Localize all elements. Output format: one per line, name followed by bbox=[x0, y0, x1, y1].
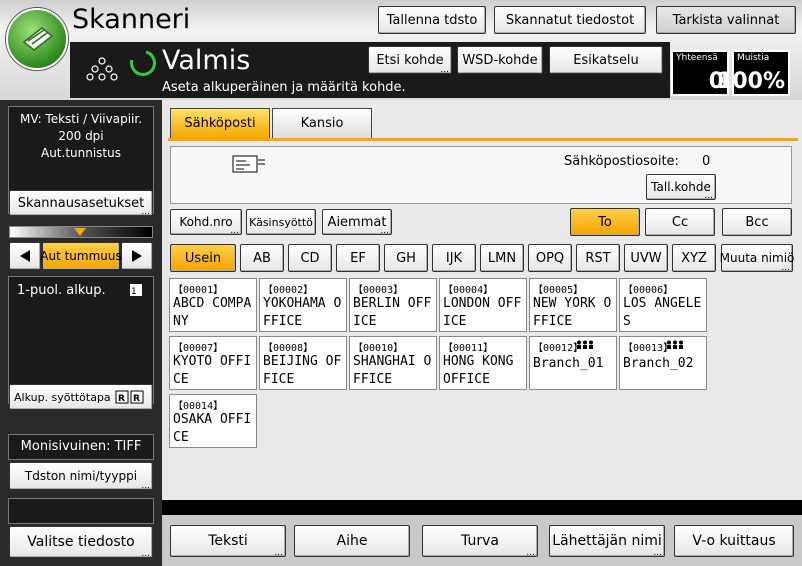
original-type-text: 1-puol. alkup. bbox=[17, 283, 106, 298]
index-tab-opq[interactable]: OPQ bbox=[528, 244, 572, 272]
change-title-button[interactable]: Muuta nimiö bbox=[720, 244, 794, 272]
scanner-logo-icon bbox=[6, 8, 68, 70]
to-button[interactable]: To bbox=[570, 208, 640, 236]
file-type-panel: Monisivuinen: TIFF bbox=[8, 434, 154, 460]
svg-text:R: R bbox=[118, 394, 125, 404]
destination-item[interactable]: 【00011】 HONG KONG OFFICE bbox=[439, 336, 527, 390]
destination-item[interactable]: 【00006】 LOS ANGELES bbox=[619, 278, 707, 332]
density-lighter-button[interactable] bbox=[9, 242, 41, 270]
cc-button[interactable]: Cc bbox=[645, 208, 715, 236]
size-detection-text: Aut.tunnistus bbox=[40, 146, 121, 160]
search-destination-button[interactable]: Etsi kohde bbox=[368, 46, 452, 74]
select-file-button[interactable]: Valitse tiedosto bbox=[9, 526, 153, 558]
scan-settings-button[interactable]: Skannausasetukset bbox=[9, 190, 153, 216]
tab-email[interactable]: Sähköposti bbox=[170, 108, 270, 138]
density-darker-button[interactable] bbox=[121, 242, 153, 270]
destination-item[interactable]: 【00004】 LONDON OFFICE bbox=[439, 278, 527, 332]
text-button[interactable]: Teksti bbox=[170, 525, 286, 557]
email-address-count: 0 bbox=[702, 154, 711, 169]
save-file-button[interactable]: Tallenna tdsto bbox=[378, 6, 486, 34]
destination-number-button[interactable]: Kohd.nro bbox=[170, 209, 242, 235]
one-sided-icon: 1 bbox=[130, 284, 142, 297]
index-tab-xyz[interactable]: XYZ bbox=[672, 244, 716, 272]
file-name-type-button[interactable]: Tdston nimi/tyyppi bbox=[9, 462, 153, 490]
density-indicator-icon bbox=[74, 228, 86, 236]
read-receipt-button[interactable]: V-o kuittaus bbox=[674, 525, 794, 557]
svg-text:1: 1 bbox=[131, 287, 137, 297]
feed-orientation-icon: R R bbox=[115, 390, 144, 404]
index-tab-frequent[interactable]: Usein bbox=[170, 244, 236, 272]
check-settings-button[interactable]: Tarkista valinnat bbox=[656, 6, 796, 34]
original-feed-button[interactable]: Alkup. syöttötapa R R bbox=[9, 384, 153, 410]
scanned-files-button[interactable]: Skannatut tiedostot bbox=[494, 6, 646, 34]
wsd-destination-button[interactable]: WSD-kohde bbox=[457, 46, 543, 74]
destination-item[interactable]: 【00001】 ABCD COMPANY bbox=[169, 278, 257, 332]
app-title: Skanneri bbox=[72, 4, 191, 35]
destination-item[interactable]: 【00002】 YOKOHAMA OFFICE bbox=[259, 278, 347, 332]
index-tab-ef[interactable]: EF bbox=[336, 244, 380, 272]
manual-input-button[interactable]: Käsinsyöttö bbox=[246, 209, 316, 235]
subject-button[interactable]: Aihe bbox=[294, 525, 410, 557]
index-tab-gh[interactable]: GH bbox=[384, 244, 428, 272]
destination-item[interactable]: 【00012】 Branch_01 bbox=[529, 336, 617, 390]
status-text: Valmis bbox=[162, 45, 251, 76]
select-file-panel bbox=[8, 498, 154, 524]
sender-name-button[interactable]: Lähettäjän nimi bbox=[549, 525, 665, 557]
email-address-label: Sähköpostiosoite: bbox=[564, 154, 679, 169]
destination-item[interactable]: 【00008】 BEIJING OFFICE bbox=[259, 336, 347, 390]
preview-button[interactable]: Esikatselu bbox=[549, 46, 663, 74]
save-destination-button[interactable]: Tall.kohde bbox=[646, 174, 716, 200]
auto-density-button[interactable]: Aut tummuus bbox=[40, 242, 122, 270]
network-dots-icon bbox=[86, 56, 118, 86]
bcc-button[interactable]: Bcc bbox=[722, 208, 792, 236]
triangle-right-icon bbox=[132, 250, 142, 262]
index-tab-cd[interactable]: CD bbox=[288, 244, 332, 272]
email-envelope-icon bbox=[232, 155, 265, 173]
destination-item[interactable]: 【00007】 KYOTO OFFICE bbox=[169, 336, 257, 390]
status-subtext: Aseta alkuperäinen ja määritä kohde. bbox=[162, 80, 406, 95]
index-tab-lmn[interactable]: LMN bbox=[480, 244, 524, 272]
index-tab-ab[interactable]: AB bbox=[240, 244, 284, 272]
index-tab-uvw[interactable]: UVW bbox=[624, 244, 668, 272]
group-icon bbox=[667, 340, 683, 349]
destination-item[interactable]: 【00014】 OSAKA OFFICE bbox=[169, 394, 257, 448]
destination-item[interactable]: 【00005】 NEW YORK OFFICE bbox=[529, 278, 617, 332]
index-tab-ijk[interactable]: IJK bbox=[432, 244, 476, 272]
triangle-left-icon bbox=[20, 250, 30, 262]
group-icon bbox=[577, 340, 593, 349]
index-tab-rst[interactable]: RST bbox=[576, 244, 620, 272]
destination-item[interactable]: 【00013】 Branch_02 bbox=[619, 336, 707, 390]
memory-counter: Muistia 100% bbox=[717, 50, 790, 96]
scan-mode-text: MV: Teksti / Viivapiir. bbox=[19, 112, 143, 126]
security-button[interactable]: Turva bbox=[422, 525, 538, 557]
tab-folder[interactable]: Kansio bbox=[272, 108, 372, 138]
resolution-text: 200 dpi bbox=[58, 129, 104, 143]
svg-text:R: R bbox=[133, 394, 140, 404]
tab-underline bbox=[168, 138, 798, 141]
previous-destinations-button[interactable]: Aiemmat bbox=[322, 209, 392, 235]
destination-item[interactable]: 【00010】 SHANGHAI OFFICE bbox=[349, 336, 437, 390]
multipage-type-text: Monisivuinen: TIFF bbox=[20, 439, 142, 454]
destination-item[interactable]: 【00003】 BERLIN OFFICE bbox=[349, 278, 437, 332]
